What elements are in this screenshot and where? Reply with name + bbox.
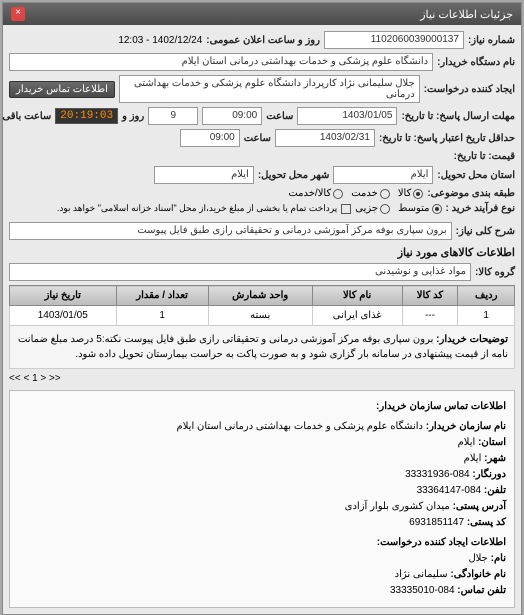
creator-section-title: اطلاعات ایجاد کننده درخواست: [18,535,506,551]
both-radio-label: کالا/خدمت [288,188,331,199]
remain-label: ساعت باقی مانده [0,111,51,122]
col-name: نام کالا [312,286,402,306]
family-value: سلیمانی نژاد [395,569,448,580]
valid-date-field: 1403/02/31 [275,129,375,147]
col-date: تاریخ نیاز [10,286,117,306]
province-label: استان: [478,437,506,448]
note-label: توضیحات خریدار: [436,334,508,345]
items-table: ردیف کد کالا نام کالا واحد شمارش تعداد /… [9,285,515,369]
col-unit: واحد شمارش [208,286,312,306]
col-row: ردیف [458,286,515,306]
goods-radio[interactable] [413,189,423,199]
cell-unit: بسته [208,306,312,326]
col-code: کد کالا [402,286,458,306]
req-number-field: 1102060039000137 [324,31,464,49]
fax-label: دورنگار: [472,469,506,480]
service-radio[interactable] [380,189,390,199]
city-field: ایلام [154,166,254,184]
buyer-label: نام دستگاه خریدار: [437,57,515,68]
time-label: ساعت [266,111,293,122]
city2-label: شهر: [484,453,506,464]
address-value: میدان کشوری بلوار آزادی [345,501,450,512]
category-radio-group: کالا خدمت کالا/خدمت [288,188,423,199]
location-label: استان محل تحویل: [437,170,515,181]
purchase-type-label: نوع فرآیند خرید : [446,203,515,214]
tel-value: 084-33335010 [390,585,455,596]
buyer-field: دانشگاه علوم پزشکی و خدمات بهداشتی درمان… [9,53,433,71]
contact-button[interactable]: اطلاعات تماس خریدار [9,81,115,98]
postal-label: کد پستی: [467,517,506,528]
pack-label: طبقه بندی موضوعی: [427,188,515,199]
cell-name: غذای ایرانی [312,306,402,326]
valid-label: حداقل تاریخ اعتبار پاسخ: تا تاریخ: [379,133,515,144]
cell-date: 1403/01/05 [10,306,117,326]
close-icon[interactable]: × [11,7,25,21]
org-label: نام سازمان خریدار: [426,421,506,432]
postal-value: 6931851147 [409,517,464,528]
org-value: دانشگاه علوم پزشکی و خدمات بهداشتی درمان… [177,421,423,432]
pager[interactable]: << < 1 > >> [9,373,515,384]
window-titlebar: جزئیات اطلاعات نیاز × [3,3,521,25]
creator-label: ایجاد کننده درخواست: [424,84,515,95]
location-field: ایلام [333,166,433,184]
fax-value: 084-33331936 [405,469,470,480]
treasury-checkbox[interactable] [341,204,351,214]
valid-time-label: ساعت [244,133,271,144]
goods-radio-label: کالا [398,188,412,199]
province-value: ایلام [458,437,476,448]
medium-radio-label: متوسط [398,203,429,214]
contact-box: اطلاعات تماس سازمان خریدار: نام سازمان خ… [9,390,515,608]
name-label: نام: [491,553,506,564]
cell-code: --- [402,306,458,326]
response-time-field: 09:00 [202,107,262,125]
announce-label: روز و ساعت اعلان عمومی: [206,35,320,46]
name-value: جلال [468,553,487,564]
both-radio[interactable] [333,189,343,199]
req-number-label: شماره نیاز: [468,35,515,46]
note-text: برون سپاری بوفه مرکز آموزشی درمانی و تحق… [18,334,508,360]
note-row: توضیحات خریدار: برون سپاری بوفه مرکز آمو… [10,326,515,369]
service-radio-label: خدمت [351,188,378,199]
city2-value: ایلام [464,453,482,464]
family-label: نام خانوادگی: [450,569,506,580]
contact-title: اطلاعات تماس سازمان خریدار: [18,399,506,415]
goods-section-title: اطلاعات کالاهای مورد نیاز [9,246,515,259]
countdown-timer: 20:19:03 [55,108,118,124]
group-field: مواد غذایی و نوشیدنی [9,263,471,281]
address-label: آدرس پستی: [453,501,506,512]
cell-qty: 1 [116,306,208,326]
days-label: روز و [122,111,144,122]
col-qty: تعداد / مقدار [116,286,208,306]
partial-radio-label: جزیی [355,203,378,214]
response-date-field: 1403/01/05 [297,107,397,125]
price-label: قیمت: تا تاریخ: [454,151,515,162]
desc-label: شرح کلی نیاز: [456,226,515,237]
valid-time-field: 09:00 [180,129,240,147]
purchase-radio-group: متوسط جزیی [355,203,441,214]
medium-radio[interactable] [432,204,442,214]
desc-field: برون سپاری بوفه مرکز آموزشی درمانی و تحق… [9,222,452,240]
window-title: جزئیات اطلاعات نیاز [420,8,513,21]
announce-value: 1402/12/24 - 12:03 [118,35,202,46]
city-label: شهر محل تحویل: [258,170,330,181]
phone-value: 084-33364147 [417,485,482,496]
treasury-note: پرداخت تمام یا بخشی از مبلغ خرید،از محل … [57,203,337,214]
table-row[interactable]: 1 --- غذای ایرانی بسته 1 1403/01/05 [10,306,515,326]
cell-row: 1 [458,306,515,326]
days-field: 9 [148,107,198,125]
group-label: گروه کالا: [475,267,515,278]
creator-field: جلال سلیمانی نژاد کارپرداز دانشگاه علوم … [119,75,420,103]
phone-label: تلفن: [484,485,506,496]
tel-label: تلفن تماس: [457,585,506,596]
partial-radio[interactable] [380,204,390,214]
response-deadline-label: مهلت ارسال پاسخ: تا تاریخ: [401,111,515,122]
